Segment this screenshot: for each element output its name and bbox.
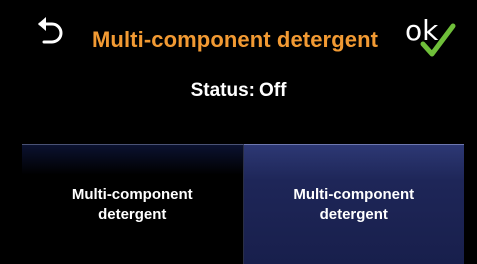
option-tile-2-selected[interactable]: Multi-component detergent — [243, 144, 464, 264]
option-tile-label: Multi-component detergent — [71, 185, 193, 223]
ok-button[interactable]: ok — [405, 14, 461, 60]
option-tiles: Multi-component detergent Multi-componen… — [22, 144, 464, 264]
status-text: Status: Off — [0, 80, 477, 102]
option-tile-1[interactable]: Multi-component detergent — [22, 144, 244, 264]
status-value: Off — [258, 80, 287, 101]
checkmark-icon — [420, 23, 456, 57]
back-arrow-icon — [38, 17, 63, 44]
status-label: Status: — [190, 80, 255, 101]
header-bar: Multi-component detergent ok — [0, 0, 477, 80]
option-tile-label: Multi-component detergent — [293, 185, 415, 223]
back-button[interactable] — [30, 12, 70, 48]
screen-title: Multi-component detergent — [92, 27, 379, 52]
